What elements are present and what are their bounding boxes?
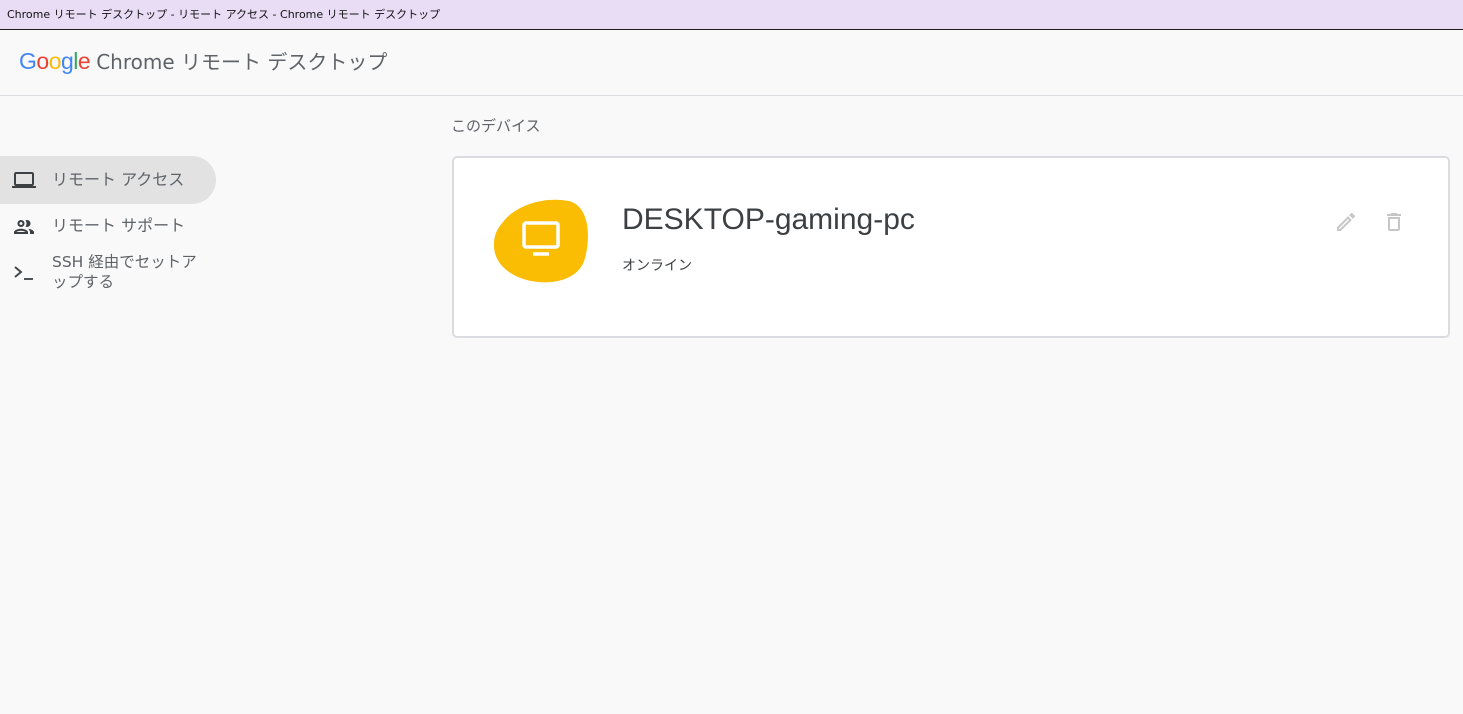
logo-letter: o	[48, 48, 62, 74]
product-name: Chrome リモート デスクトップ	[96, 50, 388, 74]
sidebar-item-label: リモート アクセス	[52, 170, 185, 189]
sidebar-item-ssh-setup[interactable]: SSH 経由でセットアップする	[0, 252, 216, 298]
sidebar-nav: リモート アクセス リモート サポート SSH 経由でセットアップする	[0, 156, 216, 298]
sidebar-item-label: リモート サポート	[52, 216, 186, 235]
google-logo: Google	[19, 48, 91, 75]
device-card[interactable]: DESKTOP-gaming-pc オンライン	[452, 156, 1450, 338]
device-avatar	[493, 199, 588, 283]
sidebar-item-label: SSH 経由でセットアップする	[52, 253, 197, 291]
section-title: このデバイス	[451, 117, 541, 135]
sidebar-item-remote-access[interactable]: リモート アクセス	[0, 156, 216, 204]
terminal-icon	[14, 266, 33, 280]
trash-icon[interactable]	[1382, 210, 1406, 234]
pencil-icon[interactable]	[1334, 210, 1358, 234]
sidebar-item-remote-support[interactable]: リモート サポート	[0, 204, 216, 252]
app-header: Google Chrome リモート デスクトップ	[0, 31, 1463, 96]
device-status: オンライン	[622, 258, 692, 274]
window-titlebar: Chrome リモート デスクトップ - リモート アクセス - Chrome …	[0, 0, 1463, 30]
logo-letter: o	[36, 48, 49, 74]
logo-letter: G	[19, 48, 37, 74]
brand[interactable]: Google Chrome リモート デスクトップ	[19, 46, 387, 75]
laptop-icon	[12, 172, 36, 188]
logo-letter: g	[60, 48, 74, 74]
people-icon	[14, 220, 34, 234]
logo-letter: e	[77, 48, 91, 74]
device-name: DESKTOP-gaming-pc	[622, 203, 915, 236]
window-title: Chrome リモート デスクトップ - リモート アクセス - Chrome …	[7, 8, 441, 21]
